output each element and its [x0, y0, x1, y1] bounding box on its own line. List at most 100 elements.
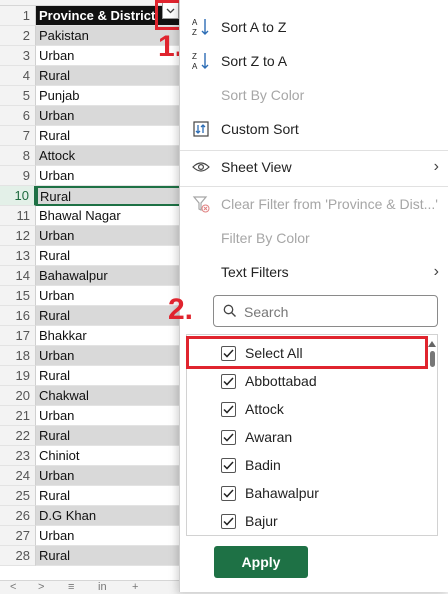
table-cell[interactable]: Bahawalpur: [36, 266, 182, 286]
list-item-label: Bahawalpur: [245, 485, 319, 501]
table-cell[interactable]: Bhakkar: [36, 326, 182, 346]
list-item-label: Abbottabad: [245, 373, 317, 389]
checkbox[interactable]: [221, 457, 236, 473]
row-number[interactable]: 14: [0, 266, 36, 286]
table-cell[interactable]: Rural: [36, 186, 182, 206]
row-number[interactable]: 11: [0, 206, 36, 226]
table-cell[interactable]: Chakwal: [36, 386, 182, 406]
checkbox[interactable]: [221, 373, 236, 389]
row-number[interactable]: 13: [0, 246, 36, 266]
table-cell[interactable]: Rural: [36, 366, 182, 386]
sheet-view-item[interactable]: Sheet View ›: [180, 152, 448, 182]
table-cell[interactable]: Urban: [36, 346, 182, 366]
sheet-tab[interactable]: in: [98, 581, 107, 593]
sort-z-to-a-item[interactable]: Z A Sort Z to A: [180, 46, 448, 76]
search-input[interactable]: [244, 302, 430, 322]
row-number[interactable]: 24: [0, 466, 36, 486]
checkbox[interactable]: [221, 513, 236, 529]
add-sheet-button[interactable]: +: [132, 581, 138, 593]
scroll-thumb[interactable]: [430, 351, 435, 367]
table-cell[interactable]: Rural: [36, 486, 182, 506]
all-sheets-button[interactable]: ≡: [68, 581, 74, 593]
row-number[interactable]: 16: [0, 306, 36, 326]
row-number[interactable]: 23: [0, 446, 36, 466]
row-number[interactable]: 7: [0, 126, 36, 146]
row-number[interactable]: 25: [0, 486, 36, 506]
row-number[interactable]: 18: [0, 346, 36, 366]
checkbox[interactable]: [221, 429, 236, 445]
list-item-label: Badin: [245, 457, 281, 473]
row-number[interactable]: 12: [0, 226, 36, 246]
custom-sort-item[interactable]: Custom Sort: [180, 114, 448, 144]
checkbox[interactable]: [221, 485, 236, 501]
table-cell[interactable]: Urban: [36, 526, 182, 546]
row-number[interactable]: 10: [0, 186, 36, 206]
row-number[interactable]: 27: [0, 526, 36, 546]
scroll-up-arrow-icon[interactable]: [428, 341, 436, 347]
clear-filter-icon: [191, 194, 211, 214]
chevron-right-icon: ›: [433, 263, 439, 280]
table-cell[interactable]: Chiniot: [36, 446, 182, 466]
row-number[interactable]: 8: [0, 146, 36, 166]
chevron-right-icon: ›: [433, 158, 439, 175]
table-cell[interactable]: Urban: [36, 106, 182, 126]
list-item[interactable]: Awaran: [187, 423, 427, 451]
list-item[interactable]: Badin: [187, 451, 427, 479]
row-number[interactable]: 20: [0, 386, 36, 406]
checkmark-icon: [223, 432, 234, 442]
row-number[interactable]: 4: [0, 66, 36, 86]
menu-divider: [180, 186, 448, 187]
checkbox[interactable]: [221, 401, 236, 417]
list-item[interactable]: Attock: [187, 395, 427, 423]
table-cell[interactable]: Urban: [36, 466, 182, 486]
prev-sheet-button[interactable]: <: [10, 581, 16, 593]
table-cell[interactable]: Urban: [36, 226, 182, 246]
row-number[interactable]: 3: [0, 46, 36, 66]
table-cell[interactable]: Rural: [36, 126, 182, 146]
row-number[interactable]: 28: [0, 546, 36, 566]
list-item[interactable]: Bajur: [187, 507, 427, 535]
search-icon: [223, 304, 237, 321]
apply-button[interactable]: Apply: [214, 546, 308, 578]
list-item[interactable]: Abbottabad: [187, 367, 427, 395]
table-cell[interactable]: Punjab: [36, 86, 182, 106]
row-number[interactable]: 26: [0, 506, 36, 526]
row-number[interactable]: 19: [0, 366, 36, 386]
table-cell[interactable]: Rural: [36, 306, 182, 326]
table-cell[interactable]: Attock: [36, 146, 182, 166]
sort-z-to-a-label: Sort Z to A: [221, 53, 288, 69]
text-filters-item[interactable]: Text Filters ›: [180, 257, 448, 287]
list-item-label: Awaran: [245, 429, 293, 445]
menu-divider: [180, 150, 448, 151]
custom-sort-icon: [191, 119, 211, 139]
row-number[interactable]: 21: [0, 406, 36, 426]
list-item[interactable]: Bahawalpur: [187, 479, 427, 507]
table-cell[interactable]: Rural: [36, 246, 182, 266]
row-number[interactable]: 5: [0, 86, 36, 106]
filter-by-color-item: Filter By Color: [180, 223, 448, 253]
row-number[interactable]: 1: [0, 6, 36, 26]
checkmark-icon: [223, 516, 234, 526]
sort-a-to-z-item[interactable]: A Z Sort A to Z: [180, 12, 448, 42]
row-number[interactable]: 6: [0, 106, 36, 126]
table-cell[interactable]: Rural: [36, 66, 182, 86]
sort-by-color-label: Sort By Color: [221, 87, 305, 103]
row-number[interactable]: 17: [0, 326, 36, 346]
table-cell[interactable]: Urban: [36, 286, 182, 306]
row-number[interactable]: 2: [0, 26, 36, 46]
row-number[interactable]: 15: [0, 286, 36, 306]
next-sheet-button[interactable]: >: [38, 581, 44, 593]
table-cell[interactable]: Urban: [36, 166, 182, 186]
table-cell[interactable]: Rural: [36, 426, 182, 446]
table-cell[interactable]: D.G Khan: [36, 506, 182, 526]
table-cell[interactable]: Urban: [36, 406, 182, 426]
row-number[interactable]: 9: [0, 166, 36, 186]
table-cell[interactable]: Rural: [36, 546, 182, 566]
list-scrollbar[interactable]: [427, 335, 437, 535]
clear-filter-item: Clear Filter from 'Province & Dist...': [180, 189, 448, 219]
custom-sort-label: Custom Sort: [221, 121, 299, 137]
row-number[interactable]: 22: [0, 426, 36, 446]
table-cell[interactable]: Bhawal Nagar: [36, 206, 182, 226]
filter-search-box[interactable]: [213, 295, 438, 327]
svg-text:Z: Z: [192, 28, 197, 37]
